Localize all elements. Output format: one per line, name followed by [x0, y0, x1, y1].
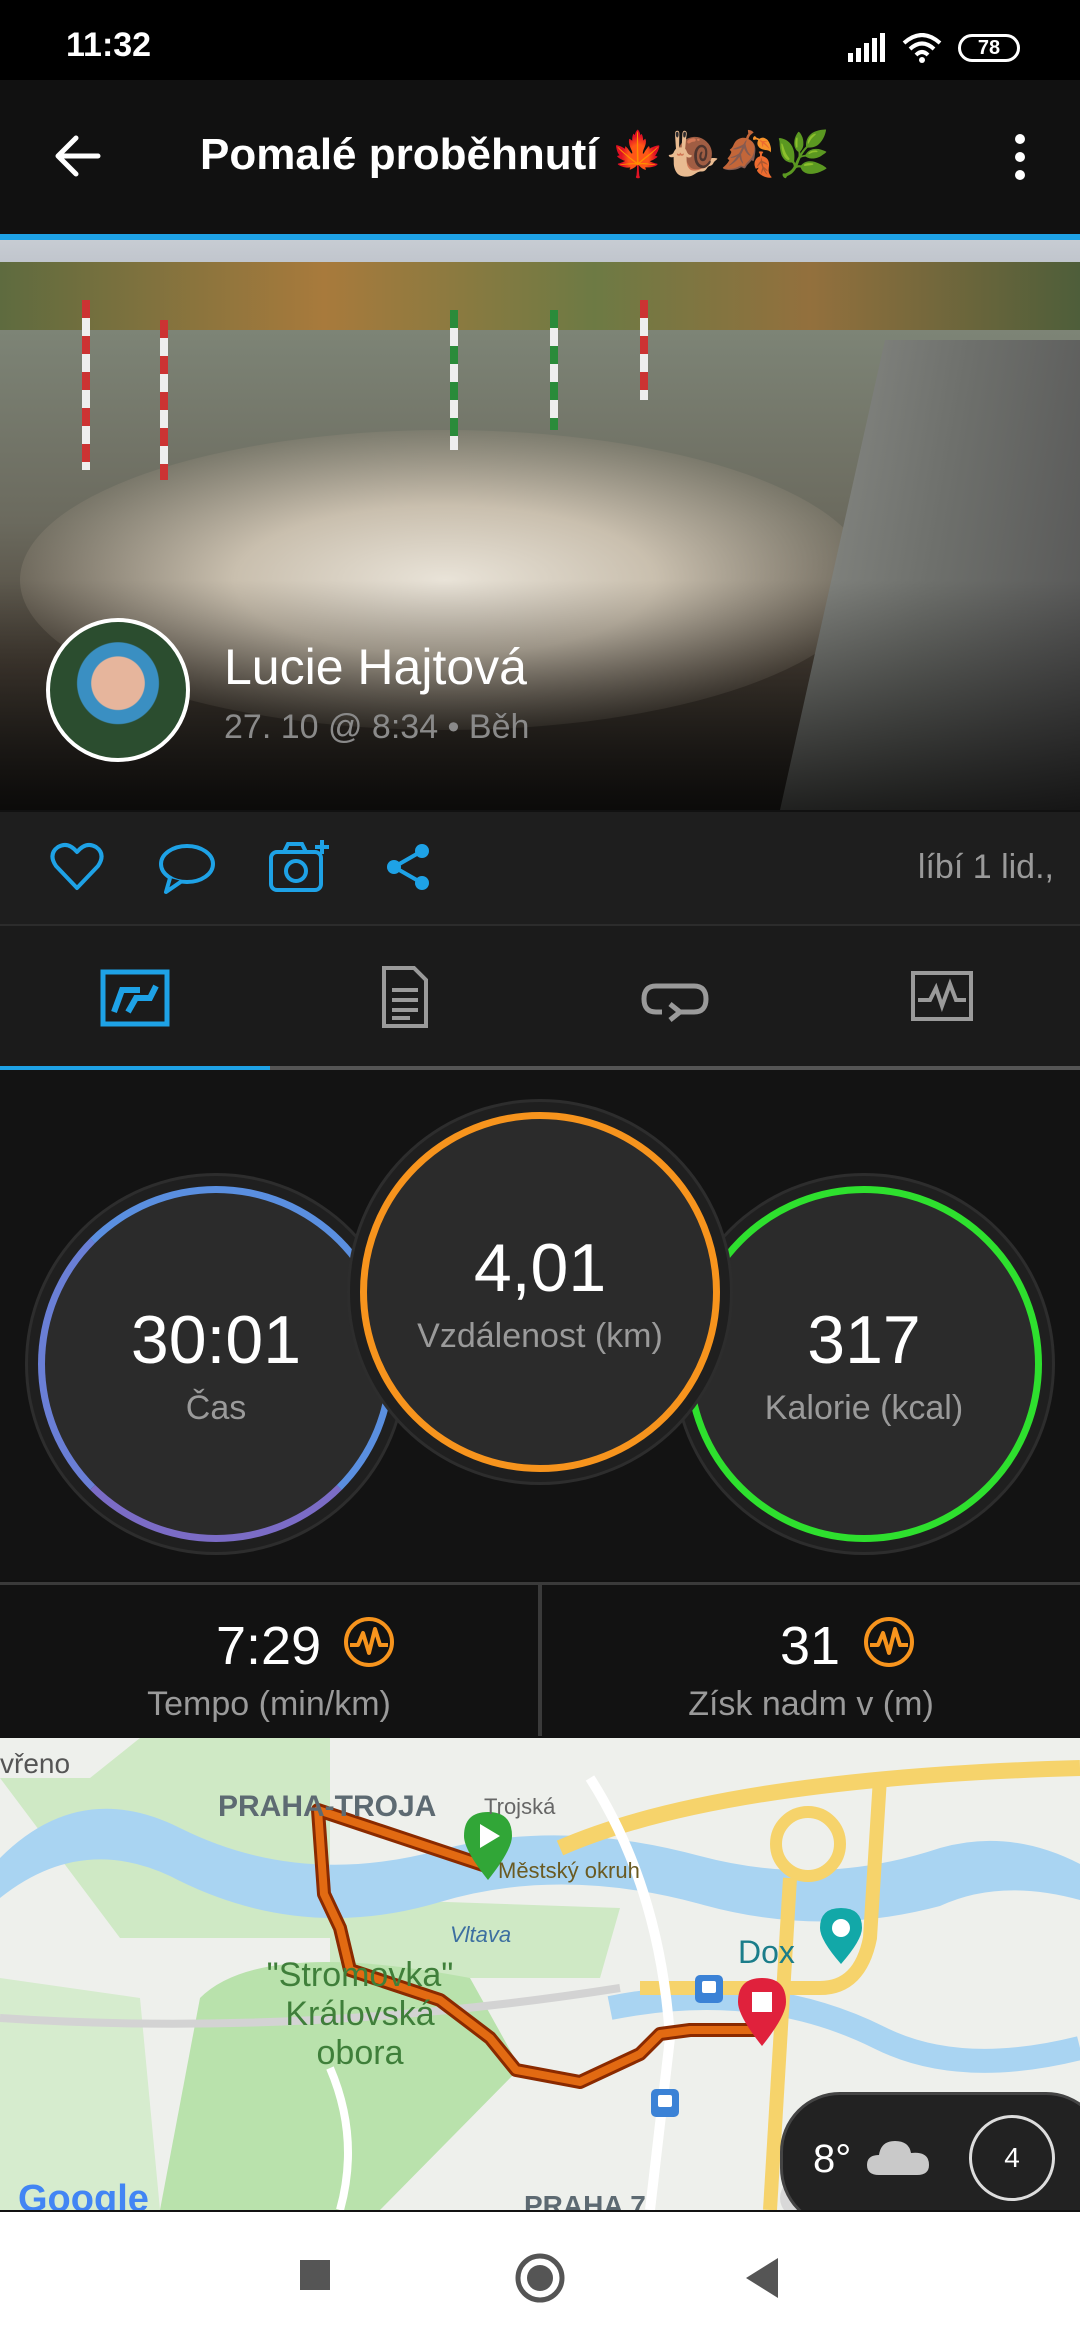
battery-level: 78 — [977, 36, 1001, 59]
chart-icon[interactable] — [910, 970, 974, 1022]
pace-value: 7:29 — [216, 1616, 322, 1676]
cloud-icon — [867, 2141, 929, 2175]
avatar[interactable] — [46, 618, 190, 762]
heart-icon[interactable] — [50, 842, 104, 892]
slalom-pole — [82, 300, 90, 470]
transit-icon — [695, 1975, 723, 2003]
status-time: 11:32 — [66, 26, 152, 64]
wind-indicator: 4 — [969, 2115, 1055, 2201]
status-icons: 78 — [846, 30, 1020, 66]
elevation-label: Získ nadm v (m) — [688, 1685, 934, 1723]
elevation-value: 31 — [780, 1616, 841, 1676]
add-photo-icon[interactable] — [268, 838, 330, 894]
calories-value: 317 — [807, 1301, 921, 1378]
route-icon[interactable] — [640, 974, 710, 1024]
pace-label: Tempo (min/km) — [147, 1685, 391, 1723]
slalom-pole — [160, 320, 168, 480]
likes-count[interactable]: líbí 1 lid., — [918, 848, 1054, 887]
time-value: 30:01 — [130, 1301, 302, 1378]
home-button[interactable] — [514, 2252, 566, 2304]
elevation-metric: 31 Získ nadm v (m) — [542, 1582, 1080, 1737]
stats-icon[interactable] — [100, 968, 170, 1028]
map-label-trojska: Trojská — [484, 1794, 556, 1819]
slalom-pole — [640, 300, 648, 400]
pace-chart-icon[interactable] — [342, 1615, 396, 1669]
map-label-dox: Dox — [738, 1934, 795, 1970]
route-map[interactable]: vřeno PRAHA-TROJA Trojská Městský okruh … — [0, 1738, 1080, 2210]
calories-circle: 317 Kalorie (kcal) — [686, 1186, 1042, 1542]
distance-value: 4,01 — [473, 1229, 607, 1306]
map-label-praha7: PRAHA 7 — [524, 2190, 646, 2210]
map-label-stromovka-2: Královská — [285, 1995, 435, 2033]
signal-icon — [848, 33, 885, 62]
arrow-left-icon[interactable] — [52, 134, 102, 178]
document-icon[interactable] — [380, 964, 430, 1030]
elevation-chart-icon[interactable] — [862, 1615, 916, 1669]
page-title: Pomalé proběhnutí 🍁🐌🍂🌿 — [200, 130, 830, 179]
google-logo: Google — [18, 2178, 149, 2210]
time-label: Čas — [185, 1388, 247, 1427]
distance-circle: 4,01 Vzdálenost (km) — [360, 1112, 720, 1472]
back-button[interactable] — [744, 2256, 780, 2300]
slalom-pole — [550, 310, 558, 430]
map-label-stromovka-1: "Stromovka" — [266, 1956, 454, 1994]
map-label-vreno: vřeno — [0, 1748, 71, 1779]
map-label-troja: PRAHA-TROJA — [218, 1790, 437, 1823]
transit-icon — [651, 2089, 679, 2117]
distance-label: Vzdálenost (km) — [417, 1316, 663, 1355]
weather-temperature: 8° — [813, 2137, 852, 2181]
slalom-pole — [450, 310, 458, 450]
activity-meta: 27. 10 @ 8:34 • Běh — [224, 708, 530, 746]
wind-speed: 4 — [1004, 2142, 1020, 2173]
time-circle: 30:01 Čas — [38, 1186, 394, 1542]
map-label-stromovka: "Stromovka" Královská obora — [240, 1956, 480, 2073]
more-vertical-icon[interactable] — [1010, 132, 1030, 182]
map-label-stromovka-3: obora — [316, 2034, 404, 2072]
pace-metric: 7:29 Tempo (min/km) — [0, 1582, 538, 1737]
calories-label: Kalorie (kcal) — [764, 1388, 964, 1427]
museum-marker-icon — [820, 1908, 862, 1964]
finish-marker-icon[interactable] — [734, 1974, 790, 2048]
map-label-okruh: Městský okruh — [498, 1858, 640, 1883]
weather-widget[interactable]: 8° 4 — [780, 2092, 1080, 2210]
wifi-icon — [902, 33, 942, 63]
comment-icon[interactable] — [158, 842, 216, 894]
map-label-vltava: Vltava — [450, 1922, 512, 1947]
battery-icon: 78 — [958, 34, 1020, 62]
user-name[interactable]: Lucie Hajtová — [224, 638, 527, 696]
recents-button[interactable] — [300, 2260, 330, 2290]
share-icon[interactable] — [384, 842, 434, 892]
